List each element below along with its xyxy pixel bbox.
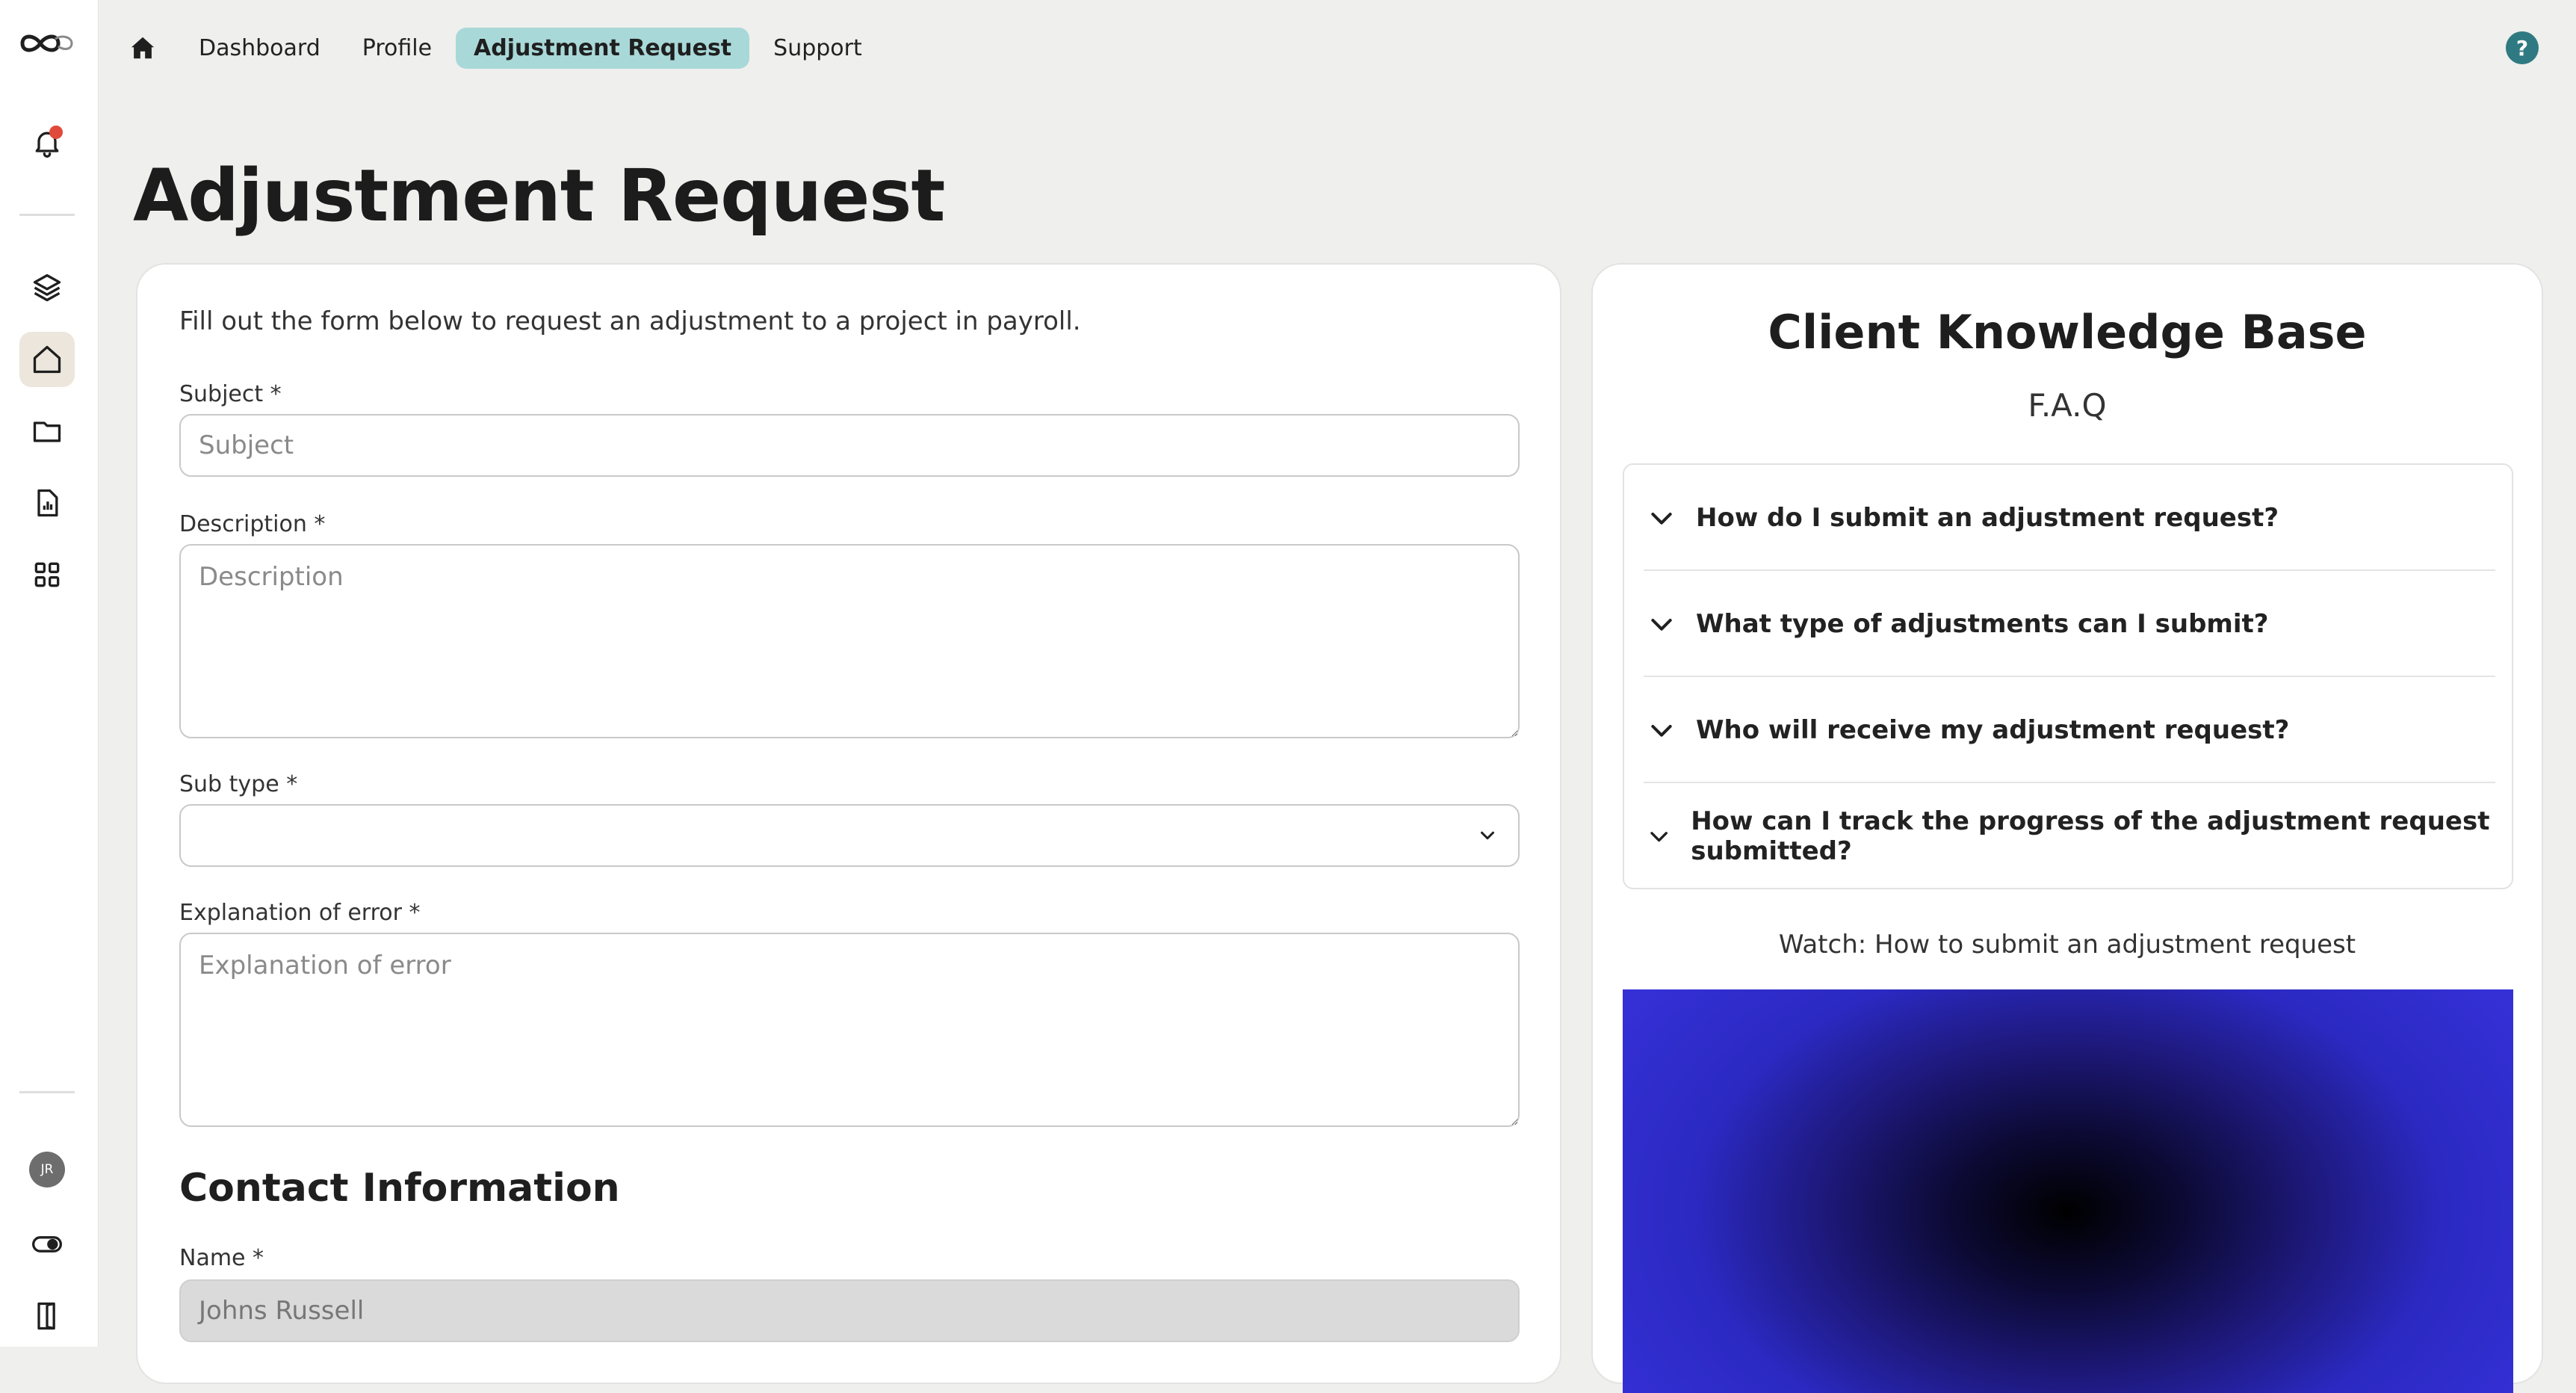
- description-textarea[interactable]: [179, 544, 1520, 738]
- top-nav: Dashboard Profile Adjustment Request Sup…: [124, 25, 886, 70]
- chevron-down-icon: [1481, 831, 1494, 840]
- nav-adjustment-request[interactable]: Adjustment Request: [456, 27, 750, 69]
- faq-question: Who will receive my adjustment request?: [1696, 715, 2290, 745]
- explanation-textarea[interactable]: [179, 933, 1520, 1127]
- faq-item[interactable]: Who will receive my adjustment request?: [1644, 677, 2495, 783]
- subject-label: Subject *: [179, 381, 282, 407]
- report-icon[interactable]: [19, 475, 75, 531]
- form-intro: Fill out the form below to request an ad…: [179, 306, 1081, 336]
- bell-icon[interactable]: [19, 115, 75, 170]
- nav-profile[interactable]: Profile: [344, 28, 450, 69]
- explanation-label: Explanation of error *: [179, 900, 421, 926]
- faq-question: What type of adjustments can I submit?: [1696, 609, 2269, 639]
- faq-accordion: How do I submit an adjustment request? W…: [1623, 463, 2513, 889]
- faq-item[interactable]: What type of adjustments can I submit?: [1644, 571, 2495, 677]
- subtype-label: Sub type *: [179, 771, 298, 797]
- name-value: Johns Russell: [199, 1296, 365, 1326]
- subtype-select[interactable]: [179, 804, 1520, 867]
- chevron-down-icon: [1651, 619, 1672, 631]
- notification-dot: [49, 126, 63, 139]
- faq-item[interactable]: How do I submit an adjustment request?: [1644, 465, 2495, 571]
- faq-question: How do I submit an adjustment request?: [1696, 503, 2279, 533]
- kb-subtitle: F.A.Q: [2028, 387, 2107, 424]
- chevron-down-icon: [1650, 832, 1668, 842]
- chevron-down-icon: [1651, 725, 1672, 737]
- page-title: Adjustment Request: [133, 154, 945, 238]
- folder-icon[interactable]: [19, 404, 75, 459]
- name-label: Name *: [179, 1245, 264, 1271]
- faq-item[interactable]: How can I track the progress of the adju…: [1644, 783, 2495, 889]
- adjustment-form: Fill out the form below to request an ad…: [136, 263, 1561, 1384]
- name-field: Johns Russell: [179, 1279, 1520, 1342]
- grid-icon[interactable]: [19, 547, 75, 602]
- tutorial-video[interactable]: [1623, 989, 2513, 1393]
- avatar[interactable]: JR: [19, 1142, 75, 1197]
- home-icon: [33, 345, 61, 374]
- toggle-icon[interactable]: [19, 1217, 75, 1272]
- kb-title: Client Knowledge Base: [1768, 305, 2367, 359]
- logo-icon[interactable]: [18, 27, 76, 60]
- knowledge-base-card: Client Knowledge Base F.A.Q How do I sub…: [1591, 263, 2543, 1393]
- sidebar: JR: [0, 0, 99, 1347]
- description-label: Description *: [179, 511, 326, 537]
- contact-section-title: Contact Information: [179, 1166, 620, 1211]
- nav-support[interactable]: Support: [755, 28, 880, 69]
- subject-input[interactable]: [179, 414, 1520, 477]
- faq-question: How can I track the progress of the adju…: [1691, 806, 2490, 866]
- avatar-initials: JR: [29, 1152, 65, 1187]
- logout-icon[interactable]: [19, 1288, 75, 1344]
- nav-dashboard[interactable]: Dashboard: [181, 28, 338, 69]
- sidebar-divider: [19, 214, 75, 216]
- sidebar-item-home[interactable]: [19, 332, 75, 387]
- layers-icon[interactable]: [19, 260, 75, 315]
- video-caption: Watch: How to submit an adjustment reque…: [1778, 930, 2356, 960]
- chevron-down-icon: [1651, 513, 1672, 525]
- help-icon[interactable]: ?: [2506, 31, 2539, 64]
- sidebar-divider: [19, 1091, 75, 1093]
- home-nav-icon[interactable]: [124, 29, 161, 67]
